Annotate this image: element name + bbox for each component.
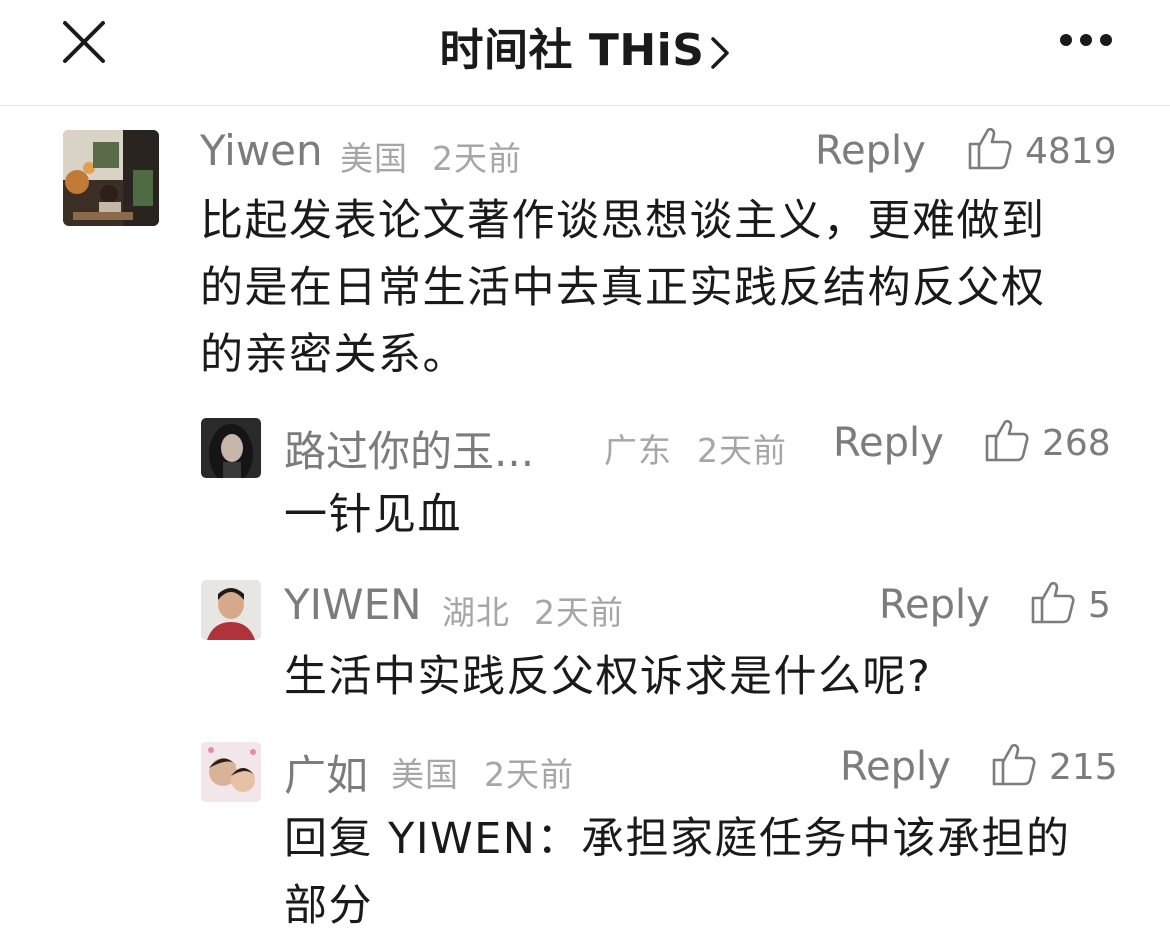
comment-location: 广东 [604,431,672,470]
comment-location: 美国 [340,139,408,178]
more-options-button[interactable] [1058,31,1114,49]
like-count: 215 [1049,747,1118,788]
commenter-name[interactable]: YIWEN [284,580,422,629]
thumbs-up-icon[interactable] [1029,578,1077,626]
comment-item: Yiwen 美国 2天前 Reply 4819 比起发表论文著作谈思想谈主义，更… [0,106,1170,396]
thumbs-up-icon[interactable] [990,740,1038,788]
avatar[interactable] [63,130,159,226]
commenter-name[interactable]: 路过你的玉... [284,418,534,479]
comment-location: 湖北 [442,593,510,632]
reply-button[interactable]: Reply [815,128,926,174]
thumbs-up-icon[interactable] [983,416,1031,464]
comment-time: 2天前 [432,139,522,178]
reply-item: 广如 美国 2天前 Reply 215 回复 YIWEN：承担家庭任务中该承担的… [0,722,1170,951]
avatar[interactable] [201,580,261,640]
reply-button[interactable]: Reply [840,744,951,790]
more-icon [1060,34,1072,46]
comment-time: 2天前 [484,755,574,794]
commenter-name[interactable]: Yiwen [200,126,323,175]
page-title-text: 时间社 THiS [439,25,705,76]
chevron-right-icon [711,37,730,69]
like-count: 268 [1042,423,1111,464]
like-count: 4819 [1025,131,1117,172]
commenter-name[interactable]: 广如 [284,742,368,803]
more-icon [1100,34,1112,46]
comment-text: 比起发表论文著作谈思想谈主义，更难做到的是在日常生活中去真正实践反结构反父权的亲… [200,196,1046,380]
reply-item: YIWEN 湖北 2天前 Reply 5 生活中实践反父权诉求是什么呢? [0,560,1170,720]
like-count: 5 [1088,585,1111,626]
reply-button[interactable]: Reply [833,420,944,466]
comment-time: 2天前 [534,593,624,632]
avatar[interactable] [201,418,261,478]
more-icon [1080,34,1092,46]
page-title[interactable]: 时间社 THiS [0,14,1170,78]
comment-time: 2天前 [697,431,787,470]
comment-text: 回复 YIWEN：承担家庭任务中该承担的部分 [284,814,1071,931]
comment-location: 美国 [391,755,459,794]
top-bar: 时间社 THiS [0,0,1170,106]
reply-item: 路过你的玉... 广东 2天前 Reply 268 一针见血 [0,396,1170,546]
avatar[interactable] [201,742,261,802]
thumbs-up-icon[interactable] [966,124,1014,172]
comment-text: 生活中实践反父权诉求是什么呢? [284,652,932,702]
comment-text: 一针见血 [284,490,462,540]
reply-button[interactable]: Reply [879,582,990,628]
